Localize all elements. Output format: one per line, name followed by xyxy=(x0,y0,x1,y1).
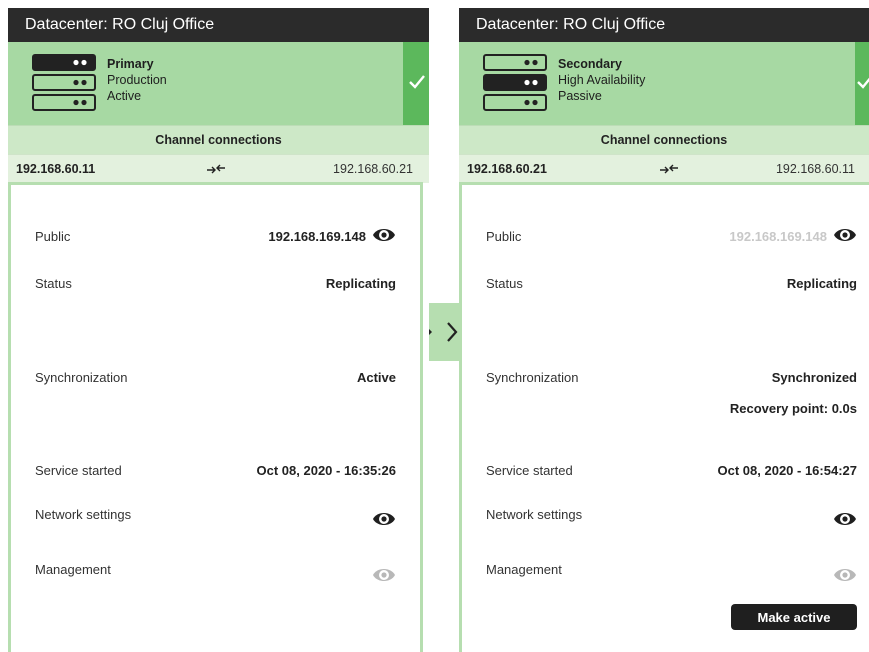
service-started-value: Oct 08, 2020 - 16:35:26 xyxy=(256,463,396,478)
channel-connections-header: Channel connections xyxy=(8,125,429,154)
channel-connection-row: 192.168.60.11 192.168.60.21 xyxy=(8,154,429,183)
transfer-arrows-icon xyxy=(207,164,225,174)
eye-icon xyxy=(834,569,856,581)
channel-connections-header: Channel connections xyxy=(459,125,869,154)
mode-label: High Availability xyxy=(558,73,646,87)
status-value: Replicating xyxy=(786,276,857,291)
eye-icon[interactable] xyxy=(833,225,857,245)
public-ip: 192.168.169.148 xyxy=(268,229,366,244)
details-section: Public 192.168.169.148 Status Replicatin… xyxy=(8,182,423,652)
check-icon xyxy=(409,75,425,89)
channel-connection-row: 192.168.60.21 192.168.60.11 xyxy=(459,154,869,183)
check-icon xyxy=(857,77,869,89)
eye-icon xyxy=(373,569,395,581)
role-label: Secondary xyxy=(558,57,622,71)
state-label: Active xyxy=(107,89,142,103)
active-indicator xyxy=(403,42,429,125)
management-label: Management xyxy=(486,562,562,577)
public-label: Public xyxy=(486,229,522,244)
status-label: Status xyxy=(486,276,523,291)
status-label: Status xyxy=(35,276,72,291)
datacenter-title: Datacenter: RO Cluj Office xyxy=(8,8,429,42)
active-indicator xyxy=(855,42,869,125)
server-stack-icon xyxy=(483,54,547,111)
synchronization-value: Synchronized xyxy=(771,370,857,385)
synchronization-label: Synchronization xyxy=(486,370,579,385)
network-settings-label: Network settings xyxy=(35,507,132,522)
synchronization-value: Active xyxy=(356,370,396,385)
service-started-value: Oct 08, 2020 - 16:54:27 xyxy=(717,463,857,478)
role-label: Primary xyxy=(107,57,154,71)
details-section: Public 192.168.169.148 Status Replicatin… xyxy=(459,182,869,652)
management-label: Management xyxy=(35,562,111,577)
mode-label: Production xyxy=(107,73,167,87)
channel-local-ip: 192.168.60.21 xyxy=(467,162,547,176)
make-active-button[interactable]: Make active xyxy=(731,604,857,630)
eye-icon[interactable] xyxy=(372,225,396,245)
role-box: Primary Production Active xyxy=(8,42,429,125)
public-ip: 192.168.169.148 xyxy=(729,229,827,244)
role-info: Primary Production Active xyxy=(107,56,167,104)
service-started-label: Service started xyxy=(35,463,122,478)
state-label: Passive xyxy=(558,89,602,103)
eye-icon[interactable] xyxy=(372,509,396,529)
transfer-arrows-icon xyxy=(660,164,678,174)
channel-remote-ip: 192.168.60.11 xyxy=(775,162,855,176)
datacenter-title: Datacenter: RO Cluj Office xyxy=(459,8,869,42)
chevron-right-icon xyxy=(429,322,458,342)
role-box: Secondary High Availability Passive xyxy=(459,42,869,125)
channel-remote-ip: 192.168.60.21 xyxy=(333,162,413,176)
status-value: Replicating xyxy=(325,276,396,291)
service-started-label: Service started xyxy=(486,463,573,478)
synchronization-label: Synchronization xyxy=(35,370,128,385)
recovery-point: Recovery point: 0.0s xyxy=(729,401,857,416)
network-settings-label: Network settings xyxy=(486,507,583,522)
eye-icon[interactable] xyxy=(833,509,857,529)
switch-panels-handle[interactable] xyxy=(429,303,459,361)
role-info: Secondary High Availability Passive xyxy=(558,56,645,104)
server-stack-icon xyxy=(32,54,96,111)
datacenter-panel-secondary: Datacenter: RO Cluj Office Secondary Hig… xyxy=(459,8,869,652)
public-label: Public xyxy=(35,229,71,244)
datacenter-panel-primary: Datacenter: RO Cluj Office Primary Produ… xyxy=(8,8,429,652)
channel-local-ip: 192.168.60.11 xyxy=(16,162,96,176)
